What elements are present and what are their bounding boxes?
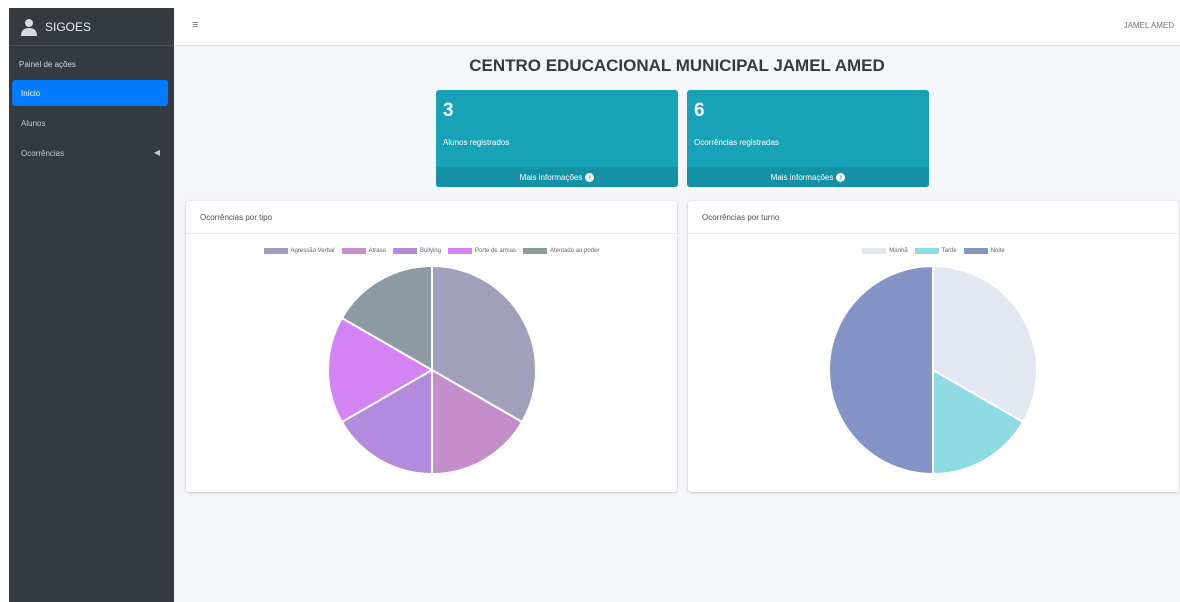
arrow-circle-right-icon: › xyxy=(836,172,846,182)
sidebar-item-label: Ocorrências xyxy=(21,148,65,158)
occurrences-by-shift-pie xyxy=(828,264,1038,476)
legend-label: Manhã xyxy=(889,248,908,254)
more-info-link[interactable]: Mais informações › xyxy=(436,167,678,187)
sidebar-item-alunos[interactable]: Alunos xyxy=(12,110,168,136)
arrow-circle-right-icon: › xyxy=(585,172,595,182)
legend-swatch xyxy=(447,248,472,254)
legend-item[interactable]: Bullying xyxy=(392,248,441,254)
legend-item[interactable]: Manhã xyxy=(862,248,908,254)
brand[interactable]: SIGOES xyxy=(9,8,174,46)
sidebar: SIGOES Painel de ações Início Alunos Oco… xyxy=(9,8,174,602)
legend-swatch xyxy=(263,248,288,254)
legend-label: Noite xyxy=(990,248,1005,254)
legend-label: Atraso xyxy=(368,248,386,254)
nav-header: Painel de ações xyxy=(19,60,76,69)
sidebar-item-ocorrencias[interactable]: Ocorrências ◀ xyxy=(12,140,168,166)
stat-label: Ocorrências registradas xyxy=(694,138,779,147)
occurrences-by-type-pie xyxy=(327,264,537,476)
chart-legend: Manhã Tarde Noite xyxy=(688,248,1179,254)
legend-label: Atentado ao poder xyxy=(550,248,600,254)
legend-swatch xyxy=(963,248,988,254)
more-info-label: Mais informações xyxy=(770,172,834,182)
card-title: Ocorrências por turno xyxy=(688,201,1179,234)
app-frame: SIGOES Painel de ações Início Alunos Oco… xyxy=(9,8,1180,602)
legend-label: Bullying xyxy=(419,248,441,254)
legend-swatch xyxy=(862,248,887,254)
occurrences-by-type-card: Ocorrências por tipo Agressão Verbal Atra… xyxy=(186,201,677,492)
legend-swatch xyxy=(914,248,939,254)
legend-swatch xyxy=(341,248,366,254)
occurrences-by-shift-card: Ocorrências por turno Manhã Tarde Noite xyxy=(688,201,1179,492)
legend-item[interactable]: Atraso xyxy=(341,248,386,254)
pie-slice-noite[interactable] xyxy=(828,264,934,476)
legend-label: Agressão Verbal xyxy=(290,248,335,254)
legend-item[interactable]: Porte de armas xyxy=(447,248,517,254)
sidebar-item-label: Início xyxy=(21,88,41,98)
brand-name: SIGOES xyxy=(45,19,92,34)
more-info-link[interactable]: Mais informações › xyxy=(687,167,929,187)
card-title: Ocorrências por tipo xyxy=(186,201,677,234)
occurrences-stat-box: 6 Ocorrências registradas Mais informaçõ… xyxy=(687,90,929,187)
sidebar-item-inicio[interactable]: Início xyxy=(12,80,168,106)
legend-swatch xyxy=(523,248,548,254)
legend-item[interactable]: Agressão Verbal xyxy=(263,248,335,254)
students-stat-box: 3 Alunos registrados Mais informações › xyxy=(436,90,678,187)
legend-item[interactable]: Noite xyxy=(963,248,1005,254)
stat-value: 3 xyxy=(443,100,454,121)
legend-item[interactable]: Atentado ao poder xyxy=(523,248,599,254)
chevron-left-icon: ◀ xyxy=(153,148,160,157)
sidebar-item-label: Alunos xyxy=(21,118,46,128)
chart-legend: Agressão Verbal Atraso Bullying Porte de ar… xyxy=(186,248,677,254)
menu-toggle-icon[interactable]: ≡ xyxy=(192,19,198,31)
legend-swatch xyxy=(392,248,417,254)
legend-label: Porte de armas xyxy=(474,248,517,254)
user-logo-icon xyxy=(21,18,37,36)
legend-label: Tarde xyxy=(941,248,957,254)
page-title: CENTRO EDUCACIONAL MUNICIPAL JAMEL AMED xyxy=(469,56,885,75)
legend-item[interactable]: Tarde xyxy=(914,248,957,254)
stat-label: Alunos registrados xyxy=(443,138,510,147)
user-name[interactable]: JAMEL AMED xyxy=(1124,21,1174,30)
top-navbar: ≡ JAMEL AMED xyxy=(174,8,1180,46)
stat-value: 6 xyxy=(694,100,705,121)
more-info-label: Mais informações xyxy=(519,172,583,182)
